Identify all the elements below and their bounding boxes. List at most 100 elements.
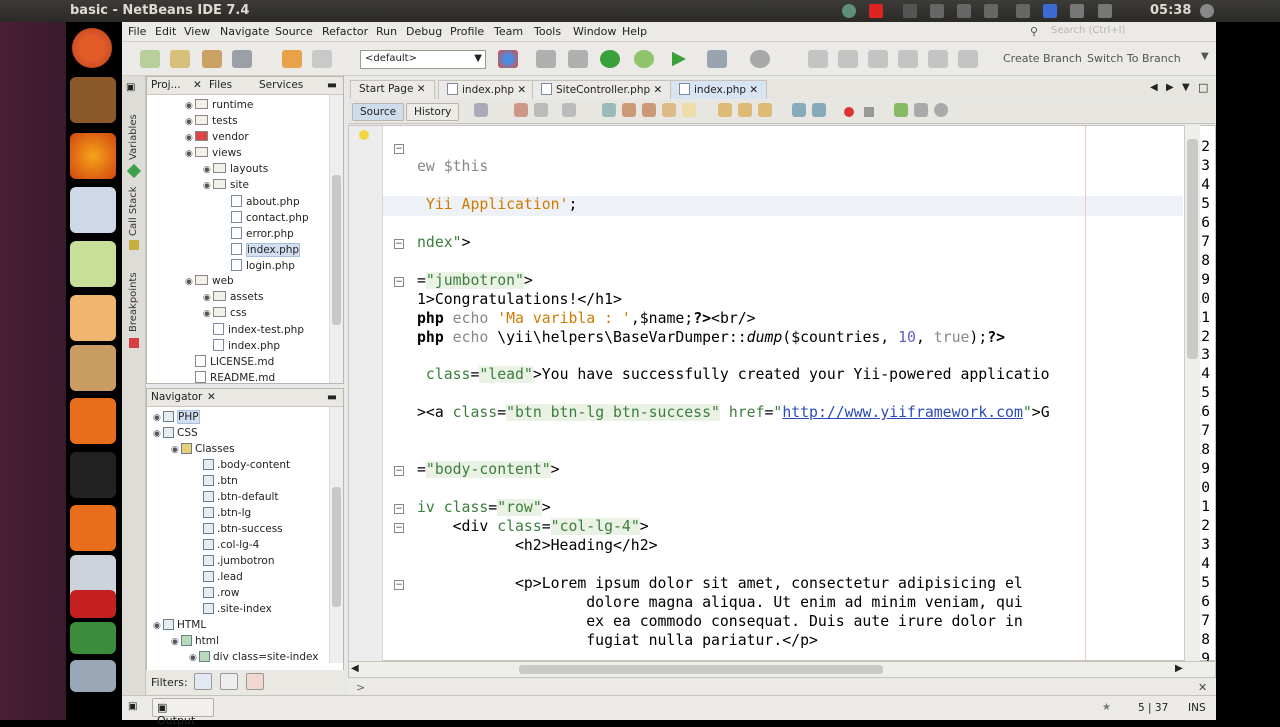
find-icon[interactable]: [602, 103, 616, 117]
back-icon[interactable]: [514, 103, 528, 117]
code-line[interactable]: class="lead">You have successfully creat…: [417, 366, 1050, 384]
tree-node[interactable]: index-test.php: [213, 323, 304, 336]
fold-toggle-icon[interactable]: −: [394, 466, 404, 477]
git-diff-icon[interactable]: [838, 50, 858, 68]
fold-toggle-icon[interactable]: −: [394, 144, 404, 154]
tree-node[interactable]: ◉ vendor: [185, 131, 249, 143]
nav-class-item[interactable]: .jumbotron: [203, 555, 275, 567]
maximize-icon[interactable]: □: [1198, 81, 1208, 94]
new-project-icon[interactable]: [170, 50, 190, 68]
code-line[interactable]: iv class="row">: [417, 499, 551, 517]
shift-left-icon[interactable]: [792, 103, 806, 117]
chrome-icon[interactable]: [498, 50, 518, 68]
debug-icon[interactable]: [707, 50, 727, 68]
tree-node[interactable]: contact.php: [231, 211, 309, 224]
code-line[interactable]: <p>Lorem ipsum dolor sit amet, consectet…: [417, 575, 1023, 592]
code-line[interactable]: 1>Congratulations!</h1>: [417, 291, 622, 308]
menu-edit[interactable]: Edit: [155, 25, 176, 38]
code-line[interactable]: <h2>Heading</h2>: [417, 537, 658, 554]
output-tab[interactable]: ▣ Output: [152, 698, 214, 727]
run-icon[interactable]: [672, 51, 686, 67]
tree-node[interactable]: login.php: [231, 259, 295, 272]
netbeans-icon[interactable]: [70, 622, 116, 654]
history-button[interactable]: History: [406, 103, 460, 121]
toolbar-overflow-icon[interactable]: ▼: [1201, 51, 1209, 62]
dash-home-icon[interactable]: [72, 28, 112, 68]
clean-build-icon[interactable]: [568, 50, 588, 68]
comment-icon[interactable]: [894, 103, 908, 117]
nav-node-html[interactable]: ◉ HTML: [153, 619, 206, 631]
restore-window-icon[interactable]: ▣: [126, 82, 135, 93]
profile-icon[interactable]: [750, 50, 770, 68]
tab-sitecontroller[interactable]: SiteController.php ✕: [532, 80, 672, 99]
config-combo[interactable]: <default> ▼: [360, 50, 486, 69]
network-icon[interactable]: [842, 4, 856, 18]
record-icon[interactable]: [869, 4, 883, 18]
scrollbar-thumb[interactable]: [519, 665, 883, 674]
find-next-icon[interactable]: [642, 103, 656, 117]
files-icon[interactable]: [70, 77, 116, 123]
scrollbar-thumb[interactable]: [332, 487, 341, 607]
tab-index-php-active[interactable]: index.php ✕: [670, 80, 768, 99]
tree-node[interactable]: ◉ tests: [185, 115, 238, 127]
save-all-icon[interactable]: [232, 50, 252, 68]
open-project-icon[interactable]: [202, 50, 222, 68]
editor-vertical-scrollbar[interactable]: [1184, 125, 1200, 661]
project-tree-scrollbar[interactable]: [329, 95, 343, 383]
reload-icon[interactable]: [634, 50, 654, 68]
tab-projects[interactable]: Proj...: [151, 79, 181, 91]
nav-node-css[interactable]: ◉ CSS: [153, 427, 198, 439]
next-bookmark-icon[interactable]: [738, 103, 752, 117]
tab-services[interactable]: Services: [259, 79, 303, 91]
tab-list-icon[interactable]: ▼: [1182, 82, 1190, 93]
menu-file[interactable]: File: [128, 25, 146, 38]
filter-static-icon[interactable]: [246, 673, 264, 690]
code-line[interactable]: ><a class="btn btn-lg btn-success" href=…: [417, 404, 1050, 422]
fold-toggle-icon[interactable]: −: [394, 276, 404, 287]
code-line[interactable]: fugiat nulla pariatur.</p>: [417, 632, 818, 649]
nav-node-html-tag[interactable]: ◉ html: [171, 635, 219, 647]
search-input[interactable]: Search (Ctrl+I): [1047, 22, 1212, 40]
archive-icon[interactable]: [70, 345, 116, 391]
tree-node[interactable]: index.php: [213, 339, 280, 352]
lightbulb-icon[interactable]: [359, 130, 369, 140]
editor-horizontal-scrollbar[interactable]: ◀ ▶: [348, 661, 1216, 678]
amazon-icon[interactable]: [70, 452, 116, 498]
code-line[interactable]: dolore magna aliqua. Ut enim ad minim ve…: [417, 594, 1023, 611]
menu-team[interactable]: Team: [494, 25, 523, 38]
code-editor[interactable]: 2−3 ew $this 4 5 Yii Application'; 6 7− ndex">…: [348, 125, 1216, 667]
shift-right-icon[interactable]: [812, 103, 826, 117]
notifications-icon[interactable]: ★: [1102, 702, 1111, 713]
navigator-scrollbar[interactable]: [329, 407, 343, 663]
code-line[interactable]: ndex">: [417, 234, 470, 251]
tree-node-selected[interactable]: index.php: [231, 243, 301, 257]
tree-node[interactable]: LICENSE.md: [195, 355, 274, 368]
menu-navigate[interactable]: Navigate: [220, 25, 269, 38]
create-branch-button[interactable]: Create Branch: [1003, 52, 1082, 65]
scroll-left-icon[interactable]: ◀: [351, 663, 359, 674]
tab-files[interactable]: Files: [209, 79, 232, 91]
nav-class-item[interactable]: .btn-lg: [203, 507, 251, 519]
tree-node[interactable]: README.md: [195, 371, 275, 384]
nav-node-php[interactable]: ◉ PHP: [153, 410, 200, 424]
close-icon[interactable]: ✕: [749, 84, 758, 96]
toggle-bookmark-icon[interactable]: [758, 103, 772, 117]
last-edit-icon[interactable]: [474, 103, 488, 117]
keyboard-icon[interactable]: [984, 4, 998, 18]
nav-class-item[interactable]: .lead: [203, 571, 243, 583]
scroll-right-icon[interactable]: ▶: [1175, 663, 1183, 674]
tree-node[interactable]: ◉ web: [185, 275, 234, 287]
call-stack-tab[interactable]: Call Stack: [128, 186, 139, 236]
filter-fields-icon[interactable]: [194, 673, 212, 690]
find-selection-icon[interactable]: [662, 103, 676, 117]
menu-debug[interactable]: Debug: [406, 25, 442, 38]
tree-node[interactable]: ◉ views: [185, 147, 242, 159]
close-icon[interactable]: ✕: [417, 83, 426, 95]
close-icon[interactable]: ✕: [654, 84, 663, 96]
bluetooth-icon[interactable]: [1043, 4, 1057, 18]
tree-node[interactable]: ◉ runtime: [185, 99, 253, 111]
redo-icon[interactable]: [312, 50, 332, 68]
menu-tools[interactable]: Tools: [534, 25, 561, 38]
undo-icon[interactable]: [282, 50, 302, 68]
git-push-icon[interactable]: [958, 50, 978, 68]
